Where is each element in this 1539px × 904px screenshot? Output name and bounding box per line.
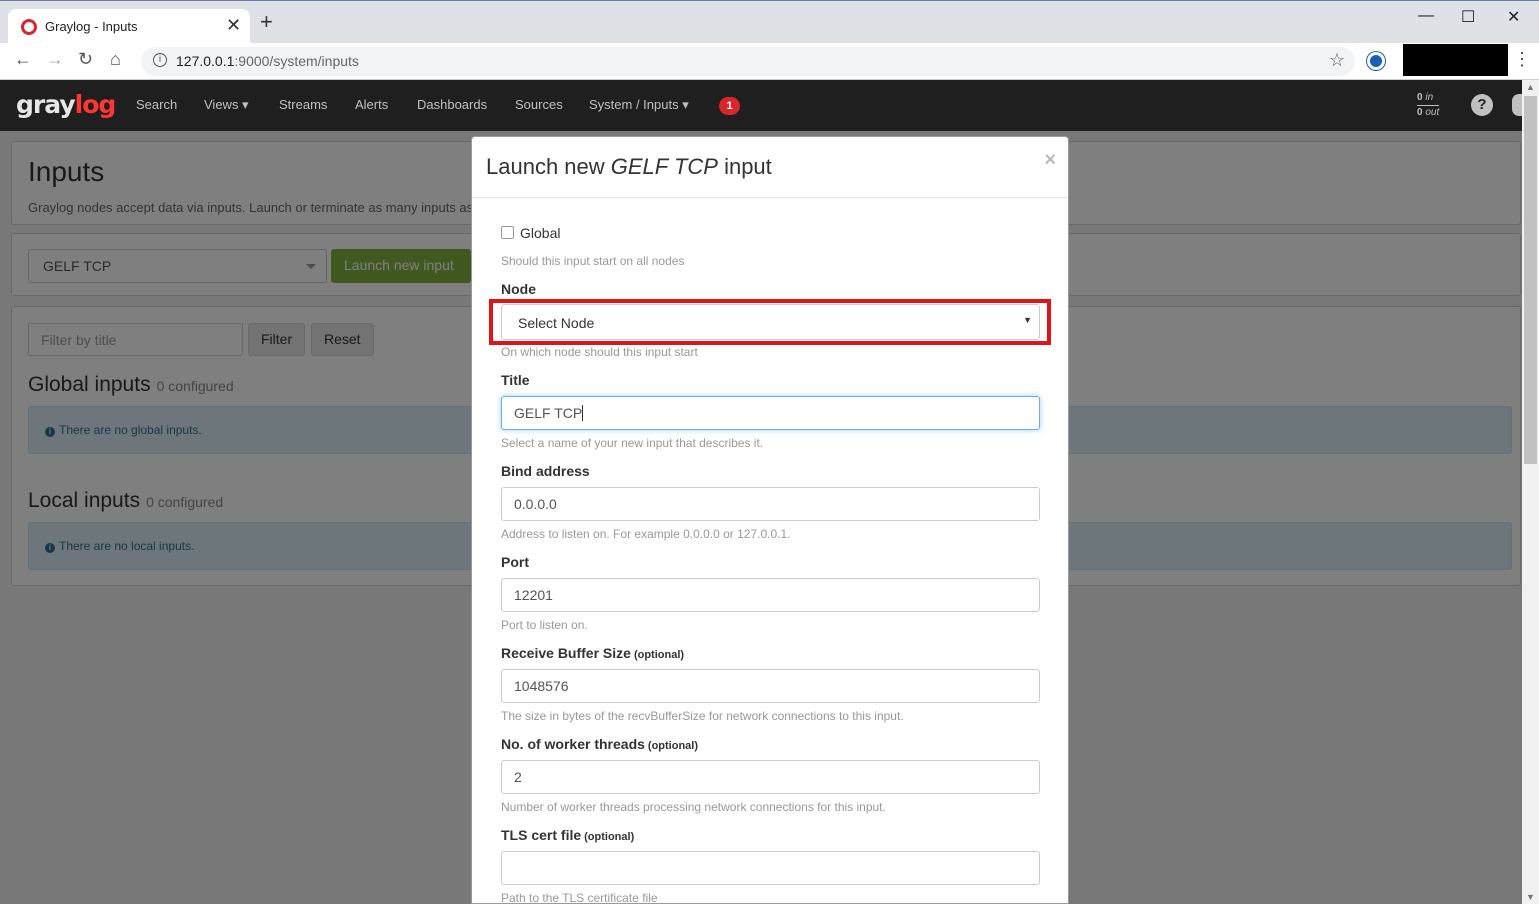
tls-cert-help: Path to the TLS certificate file — [501, 891, 658, 904]
browser-tab[interactable]: Graylog - Inputs ✕ — [8, 9, 250, 44]
nav-system-inputs[interactable]: System / Inputs ▾ — [589, 97, 689, 113]
bind-address-input[interactable]: 0.0.0.0 — [501, 487, 1040, 521]
browser-titlebar: Graylog - Inputs ✕ + — ☐ ✕ — [0, 0, 1539, 44]
worker-threads-input[interactable]: 2 — [501, 760, 1040, 794]
port-label: Port — [501, 554, 529, 570]
home-icon[interactable]: ⌂ — [110, 49, 121, 70]
text-cursor — [582, 405, 584, 421]
optional-tag: (optional) — [647, 740, 699, 752]
modal-title-suffix: input — [717, 154, 772, 179]
maximize-icon[interactable]: ☐ — [1461, 7, 1475, 27]
nav-streams[interactable]: Streams — [279, 97, 327, 112]
node-label: Node — [501, 281, 536, 297]
global-checkbox-label: Global — [520, 225, 561, 241]
nav-search[interactable]: Search — [136, 97, 177, 112]
new-tab-button[interactable]: + — [260, 11, 273, 33]
port-input[interactable]: 12201 — [501, 578, 1040, 612]
notification-badge[interactable]: 1 — [719, 97, 740, 115]
throughput-out: 0 out — [1417, 105, 1440, 120]
modal-header: Launch new GELF TCP input × — [472, 137, 1068, 198]
bind-address-help: Address to listen on. For example 0.0.0.… — [501, 527, 791, 541]
launch-input-modal: Launch new GELF TCP input × Global Shoul… — [471, 136, 1069, 904]
tls-cert-label: TLS cert file (optional) — [501, 827, 634, 843]
bind-address-label: Bind address — [501, 463, 590, 479]
global-help: Should this input start on all nodes — [501, 254, 685, 268]
title-input-value: GELF TCP — [514, 405, 583, 421]
nav-dashboards[interactable]: Dashboards — [417, 97, 487, 112]
global-checkbox-row[interactable]: Global — [501, 225, 560, 241]
title-input[interactable]: GELF TCP — [501, 396, 1040, 430]
node-select[interactable]: Select Node ▼ — [501, 304, 1040, 340]
scroll-up-arrow-icon[interactable]: ▲ — [1526, 82, 1535, 92]
modal-title-type: GELF TCP — [610, 154, 718, 179]
title-help: Select a name of your new input that des… — [501, 436, 764, 450]
global-checkbox[interactable] — [501, 226, 514, 239]
tab-title: Graylog - Inputs — [45, 19, 138, 34]
nav-views[interactable]: Views ▾ — [204, 97, 249, 113]
scroll-thumb[interactable] — [1524, 96, 1537, 464]
worker-threads-label: No. of worker threads (optional) — [501, 736, 698, 752]
url-host: 127.0.0.1 — [176, 53, 235, 69]
recv-buffer-input[interactable]: 1048576 — [501, 669, 1040, 703]
throughput-out-label: out — [1422, 107, 1440, 118]
extension-icon[interactable] — [1367, 52, 1385, 70]
graylog-logo[interactable]: graylog — [16, 90, 117, 119]
logo-log: log — [74, 90, 117, 119]
modal-title-prefix: Launch new — [486, 154, 611, 179]
recv-buffer-help: The size in bytes of the recvBufferSize … — [501, 709, 904, 723]
profile-redacted — [1403, 44, 1508, 76]
graylog-navbar: graylog Search Views ▾ Streams Alerts Da… — [0, 80, 1539, 131]
nav-alerts[interactable]: Alerts — [355, 97, 388, 112]
back-arrow-icon[interactable]: ← — [14, 49, 32, 70]
tls-cert-label-text: TLS cert file — [501, 827, 582, 843]
worker-threads-label-text: No. of worker threads — [501, 736, 645, 752]
url-text: 127.0.0.1:9000/system/inputs — [176, 53, 359, 69]
optional-tag: (optional) — [633, 649, 685, 661]
minimize-icon[interactable]: — — [1418, 7, 1434, 25]
page-scrollbar[interactable]: ▲ ▼ — [1522, 80, 1539, 904]
recv-buffer-label-text: Receive Buffer Size — [501, 645, 631, 661]
bookmark-star-icon[interactable]: ☆ — [1329, 50, 1345, 71]
browser-menu-icon[interactable]: ⋮ — [1513, 49, 1531, 70]
url-path: :9000/system/inputs — [234, 53, 359, 69]
port-help: Port to listen on. — [501, 618, 588, 632]
address-bar[interactable]: i 127.0.0.1:9000/system/inputs ☆ — [141, 47, 1355, 76]
logo-gray: gray — [16, 90, 76, 119]
site-info-icon[interactable]: i — [153, 53, 167, 67]
tls-cert-input[interactable] — [501, 851, 1040, 885]
dropdown-arrow-icon: ▼ — [1023, 315, 1032, 325]
scroll-down-arrow-icon[interactable]: ▼ — [1526, 892, 1535, 902]
throughput-indicator[interactable]: 0 in 0 out — [1417, 91, 1440, 120]
title-label: Title — [501, 372, 530, 388]
throughput-in: 0 in — [1417, 91, 1439, 105]
reload-icon[interactable]: ↻ — [78, 49, 93, 70]
help-icon[interactable]: ? — [1471, 94, 1493, 116]
node-select-value: Select Node — [518, 315, 595, 331]
recv-buffer-label: Receive Buffer Size (optional) — [501, 645, 684, 661]
modal-close-icon[interactable]: × — [1044, 149, 1056, 172]
graylog-favicon-icon — [21, 19, 37, 35]
throughput-in-label: in — [1422, 92, 1434, 103]
modal-title: Launch new GELF TCP input — [486, 154, 772, 180]
worker-threads-help: Number of worker threads processing netw… — [501, 800, 886, 814]
window-close-icon[interactable]: ✕ — [1507, 7, 1520, 27]
node-help: On which node should this input start — [501, 345, 698, 359]
nav-sources[interactable]: Sources — [515, 97, 563, 112]
forward-arrow-icon[interactable]: → — [46, 49, 64, 70]
tab-close-icon[interactable]: ✕ — [226, 15, 241, 36]
optional-tag: (optional) — [584, 831, 635, 843]
browser-toolbar: ← → ↻ ⌂ i 127.0.0.1:9000/system/inputs ☆… — [0, 43, 1539, 80]
